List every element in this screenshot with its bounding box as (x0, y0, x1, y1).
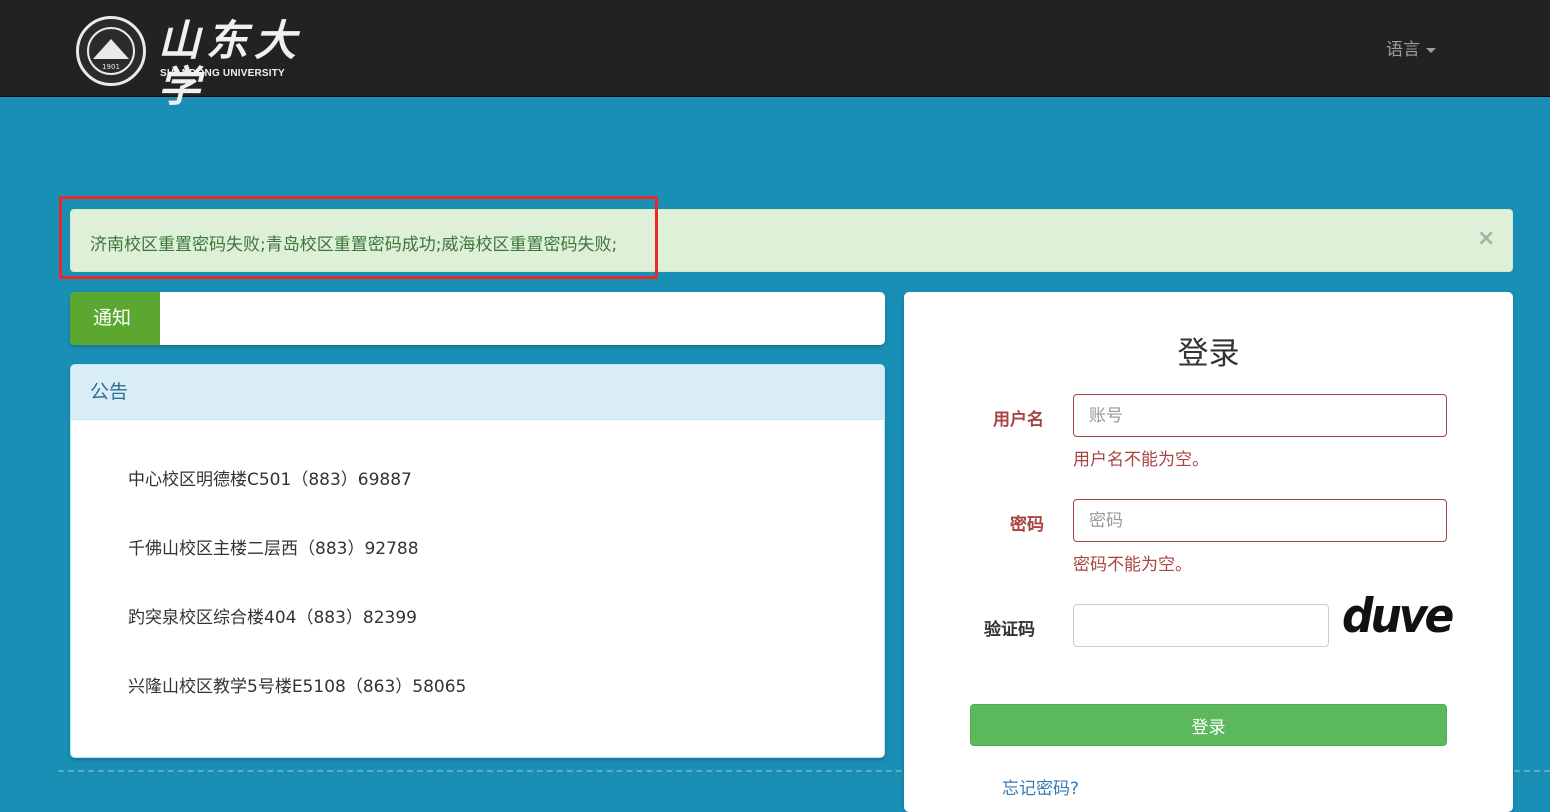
login-button[interactable]: 登录 (970, 704, 1447, 746)
list-item: 兴隆山校区教学5号楼E5108（863）58065 (128, 677, 467, 697)
notice-bar: 通知 (70, 292, 885, 345)
password-label: 密码 (1010, 515, 1044, 535)
notice-tag: 通知 (70, 292, 160, 345)
logo-english-name: SHANDONG UNIVERSITY (160, 68, 285, 79)
top-navbar: 1901 山东大学 SHANDONG UNIVERSITY 语言 (0, 0, 1550, 110)
list-item: 中心校区明德楼C501（883）69887 (128, 470, 412, 490)
announcement-panel: 公告 中心校区明德楼C501（883）69887 千佛山校区主楼二层西（883）… (70, 364, 885, 758)
password-error: 密码不能为空。 (1073, 555, 1192, 575)
list-item: 趵突泉校区综合楼404（883）82399 (128, 608, 417, 628)
language-dropdown[interactable]: 语言 (1386, 35, 1436, 60)
announcement-title: 公告 (71, 365, 884, 420)
seal-year: 1901 (102, 63, 120, 71)
captcha-image[interactable]: duve (1342, 589, 1454, 644)
language-label: 语言 (1386, 40, 1420, 60)
list-item: 千佛山校区主楼二层西（883）92788 (128, 539, 419, 559)
university-logo[interactable]: 1901 山东大学 SHANDONG UNIVERSITY (76, 16, 306, 110)
close-icon[interactable]: × (1477, 226, 1495, 251)
highlight-box (59, 196, 658, 279)
logo-chinese-name: 山东大学 (158, 16, 303, 111)
username-label: 用户名 (993, 410, 1044, 430)
announcement-list: 中心校区明德楼C501（883）69887 千佛山校区主楼二层西（883）927… (128, 465, 466, 741)
captcha-label: 验证码 (984, 620, 1035, 640)
username-input[interactable] (1073, 394, 1447, 437)
university-seal-icon: 1901 (76, 16, 146, 86)
login-title: 登录 (1177, 336, 1240, 372)
login-form: 登录 用户名 用户名不能为空。 密码 密码不能为空。 验证码 duve 登录 忘… (904, 292, 1513, 812)
username-error: 用户名不能为空。 (1073, 450, 1209, 470)
captcha-input[interactable] (1073, 604, 1329, 647)
caret-down-icon (1426, 47, 1436, 53)
password-input[interactable] (1073, 499, 1447, 542)
forgot-password-link[interactable]: 忘记密码? (1002, 774, 1079, 799)
